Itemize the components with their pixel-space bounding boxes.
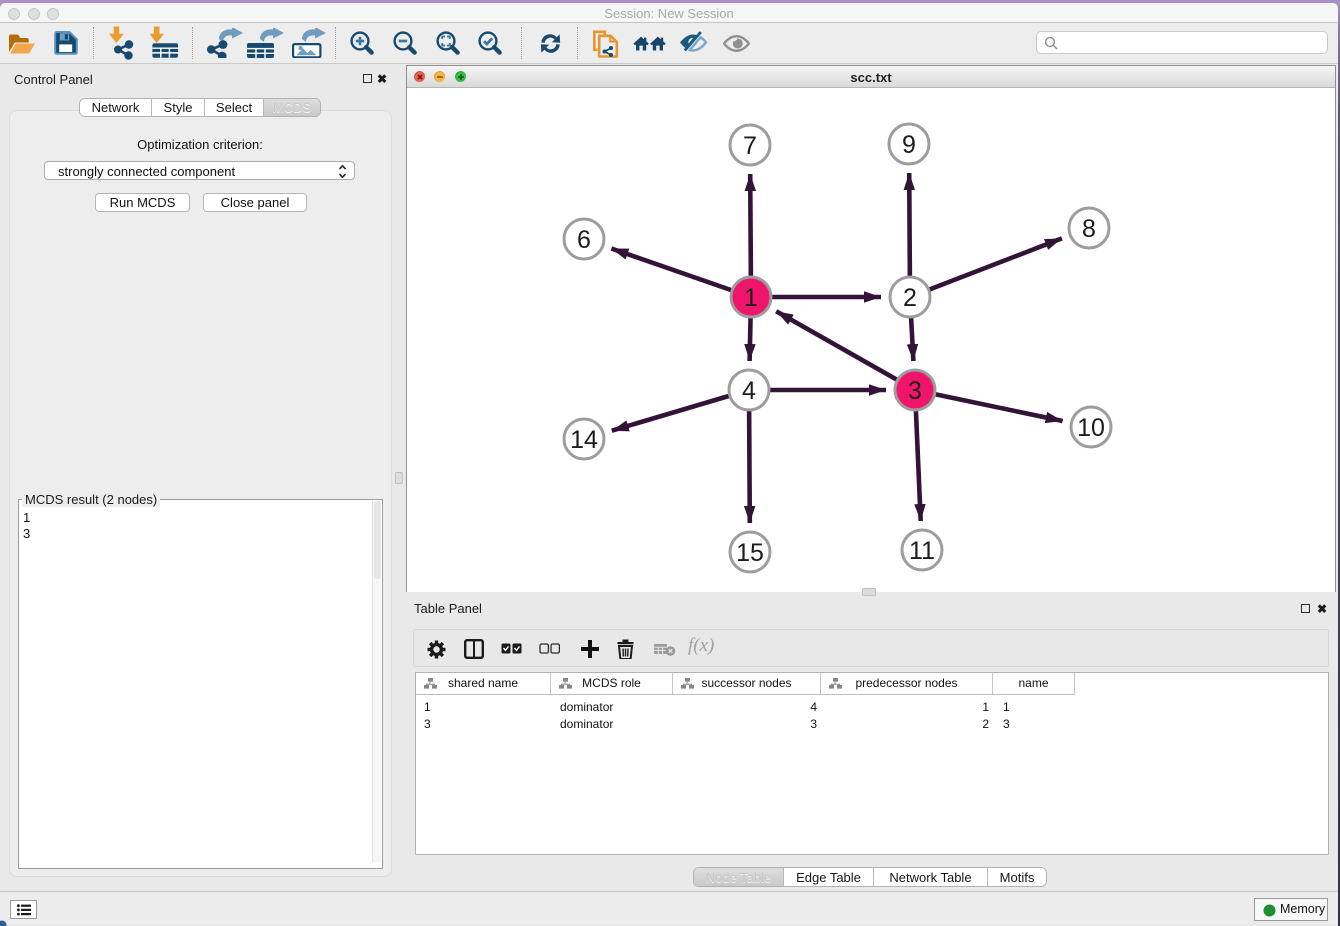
svg-text:3: 3 — [908, 377, 922, 405]
svg-text:10: 10 — [1077, 414, 1105, 442]
svg-text:6: 6 — [577, 226, 591, 254]
svg-text:1: 1 — [744, 284, 758, 312]
svg-text:15: 15 — [736, 539, 764, 567]
svg-text:4: 4 — [742, 377, 756, 405]
svg-text:14: 14 — [570, 426, 598, 454]
svg-text:9: 9 — [902, 131, 916, 159]
svg-text:11: 11 — [909, 537, 935, 565]
svg-text:7: 7 — [743, 132, 757, 160]
svg-text:2: 2 — [903, 284, 917, 312]
svg-text:8: 8 — [1082, 215, 1096, 243]
